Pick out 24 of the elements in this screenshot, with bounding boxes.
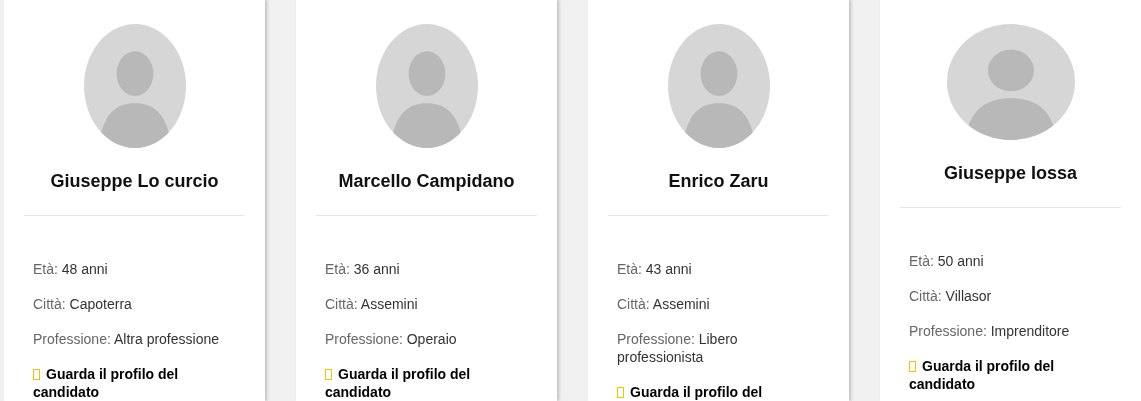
candidate-name: Giuseppe Lo curcio bbox=[49, 170, 220, 192]
detail-line: Professione: Operaio bbox=[325, 330, 458, 348]
detail-line: Età: 43 anni bbox=[617, 260, 693, 278]
candidate-name: Marcello Campidano bbox=[337, 170, 516, 192]
profile-link[interactable]: Guarda il profilo del candidato bbox=[33, 365, 236, 401]
link-icon bbox=[909, 361, 916, 372]
link-icon bbox=[617, 387, 624, 398]
candidate-name: Giuseppe Iossa bbox=[942, 162, 1079, 184]
detail-line: Città: Assemini bbox=[617, 295, 711, 313]
detail-line: Città: Capoterra bbox=[33, 295, 133, 313]
profile-link[interactable]: Guarda il profilo del candidato bbox=[909, 357, 1112, 393]
detail-line: Città: Assemini bbox=[325, 295, 419, 313]
detail-line: Età: 36 anni bbox=[325, 260, 401, 278]
profile-link[interactable]: Guarda il profilo del candidato bbox=[325, 365, 528, 401]
detail-line: Età: 50 anni bbox=[909, 252, 985, 270]
candidate-name: Enrico Zaru bbox=[667, 170, 770, 192]
profile-link[interactable]: Guarda il profilo del bbox=[617, 383, 820, 401]
detail-line: Città: Villasor bbox=[909, 287, 993, 305]
detail-line: Professione: Altra professione bbox=[33, 330, 220, 348]
link-icon bbox=[325, 369, 332, 380]
detail-line: Età: 48 anni bbox=[33, 260, 109, 278]
link-icon bbox=[33, 369, 40, 380]
detail-line: Professione: Imprenditore bbox=[909, 322, 1071, 340]
detail-line: Professione: Libero professionista bbox=[617, 330, 739, 366]
